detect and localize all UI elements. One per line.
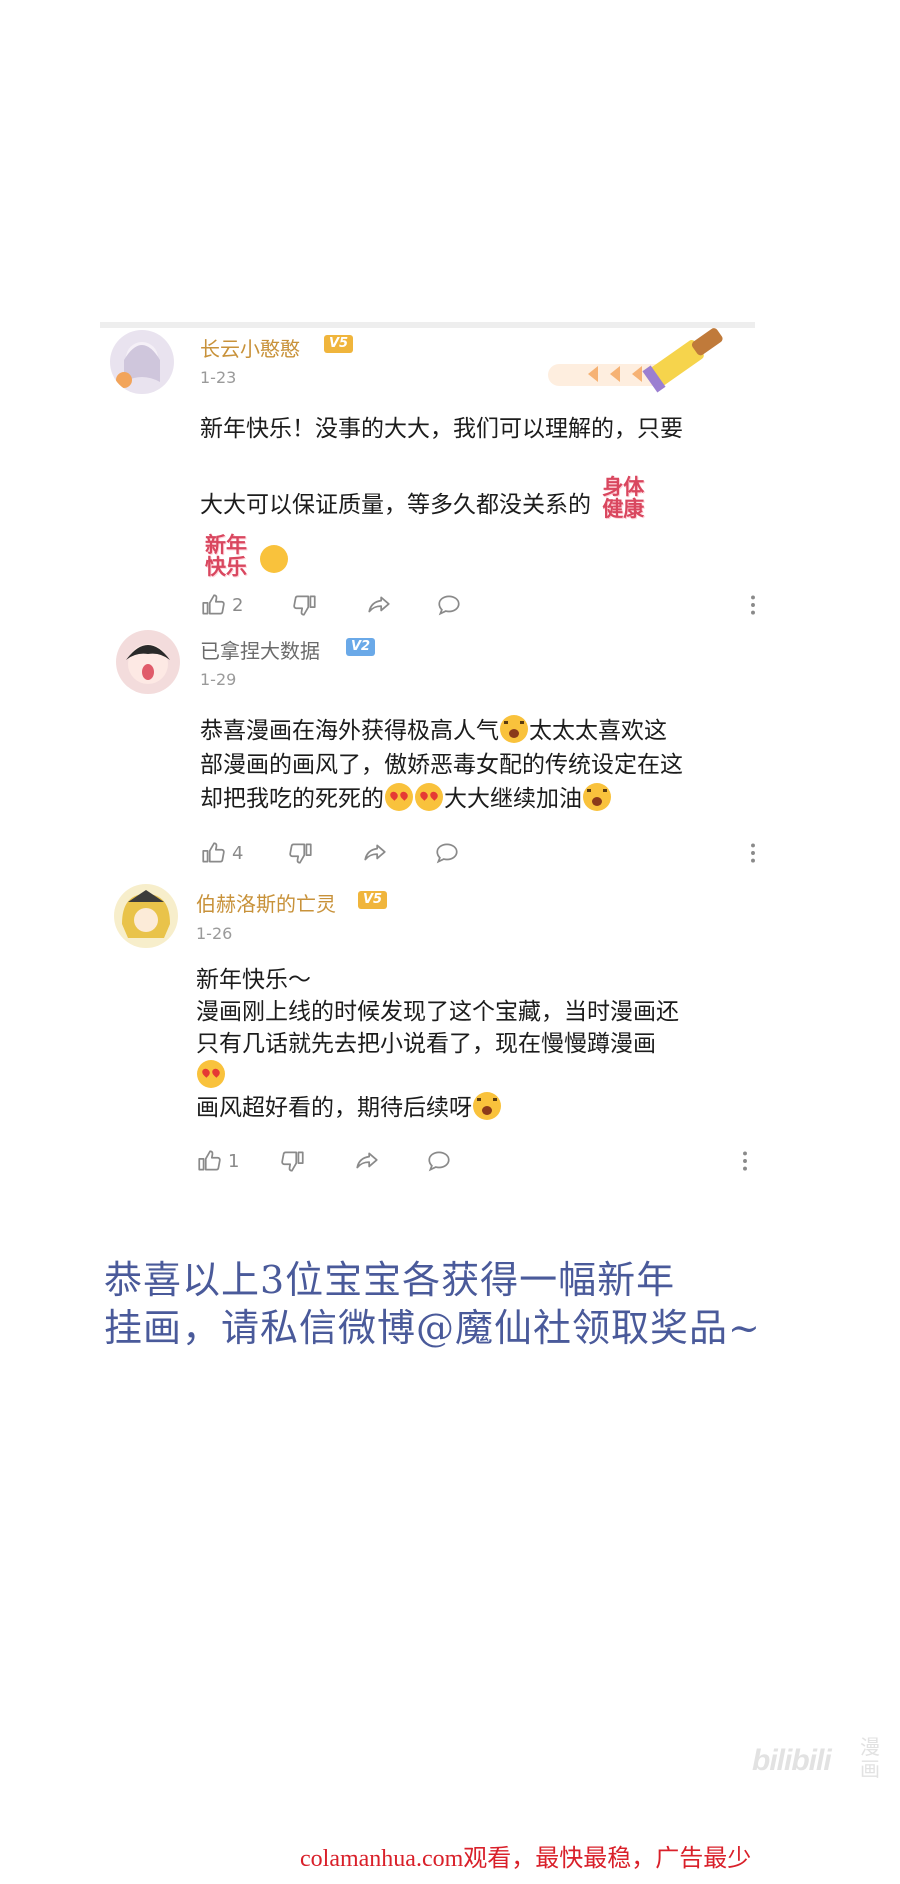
heart-eyes-emoji-icon	[415, 783, 443, 811]
watermark-sub: 漫画	[860, 1735, 880, 1781]
bilibili-watermark: bilibili 漫画	[752, 1730, 882, 1790]
comment-line-text: 大大继续加油	[444, 786, 582, 812]
dislike-button[interactable]	[292, 590, 318, 620]
reply-button[interactable]	[426, 1146, 452, 1176]
reply-button[interactable]	[436, 590, 462, 620]
share-icon	[356, 1152, 378, 1169]
username[interactable]: 伯赫洛斯的亡灵	[196, 888, 336, 917]
comment-actions: 2	[200, 590, 760, 620]
more-button[interactable]	[740, 590, 766, 620]
comment-text: 新年快乐～ 漫画刚上线的时候发现了这个宝藏，当时漫画还 只有几话就先去把小说看了…	[196, 964, 679, 1124]
share-icon	[368, 596, 390, 613]
comment-line-text: 却把我吃的死死的	[200, 786, 384, 812]
comment-date: 1-23	[200, 368, 237, 387]
comment-line-text: 恭喜漫画在海外获得极高人气	[200, 718, 499, 744]
comment-line: 却把我吃的死死的 大大继续加油	[200, 782, 683, 816]
like-icon	[202, 594, 225, 615]
sticker-new-year: 新年快乐	[205, 533, 247, 579]
comment-text: 恭喜漫画在海外获得极高人气 太太太喜欢这 部漫画的画风了，傲娇恶毒女配的传统设定在…	[200, 714, 683, 816]
level-badge: V2	[346, 638, 376, 656]
announcement-line: 恭喜以上3位宝宝各获得一幅新年	[104, 1258, 676, 1302]
comment-actions: 1	[196, 1146, 756, 1176]
comment-line-text: 大大可以保证质量，等多久都没关系的	[200, 492, 591, 518]
avatar[interactable]	[110, 330, 174, 394]
level-badge: V5	[358, 891, 388, 909]
crying-emoji-icon	[473, 1092, 501, 1120]
dislike-icon	[281, 1151, 304, 1172]
comment-line: 新年快乐	[200, 534, 683, 578]
comment-line: 只有几话就先去把小说看了，现在慢慢蹲漫画	[196, 1031, 656, 1057]
comment-date: 1-26	[196, 924, 233, 943]
share-button[interactable]	[354, 1146, 380, 1176]
announcement-line: 挂画，请私信微博@魔仙社领取奖品~	[104, 1306, 761, 1350]
avatar[interactable]	[114, 884, 178, 948]
comment-line-text: 太太太喜欢这	[529, 718, 667, 744]
more-icon	[751, 843, 755, 863]
more-icon	[743, 1151, 747, 1171]
level-badge: V5	[324, 335, 354, 353]
like-count: 2	[232, 594, 244, 616]
comment-line: 新年快乐～	[196, 967, 311, 993]
comment-date: 1-29	[200, 670, 237, 689]
avatar[interactable]	[116, 630, 180, 694]
username[interactable]: 长云小憨憨	[200, 333, 300, 362]
comment-text: 新年快乐！没事的大大，我们可以理解的，只要 大大可以保证质量，等多久都没关系的 …	[200, 412, 683, 578]
comment-line: 大大可以保证质量，等多久都没关系的 身体健康	[200, 476, 683, 522]
share-icon	[364, 844, 386, 861]
comment-line: 漫画刚上线的时候发现了这个宝藏，当时漫画还	[196, 999, 679, 1025]
like-count: 4	[232, 842, 244, 864]
more-icon	[751, 595, 755, 615]
reply-icon	[438, 595, 460, 616]
dislike-icon	[289, 843, 312, 864]
dislike-button[interactable]	[288, 838, 314, 868]
username[interactable]: 已拿捏大数据	[200, 635, 320, 664]
like-button[interactable]: 2	[200, 590, 243, 620]
hugging-emoji-icon	[197, 1060, 225, 1088]
comment-line	[196, 1060, 679, 1092]
like-count: 1	[228, 1150, 240, 1172]
share-button[interactable]	[366, 590, 392, 620]
sticker-health: 身体健康	[602, 475, 645, 521]
like-button[interactable]: 1	[196, 1146, 239, 1176]
reply-icon	[428, 1151, 450, 1172]
comment-line: 新年快乐！没事的大大，我们可以理解的，只要	[200, 416, 683, 442]
dislike-button[interactable]	[280, 1146, 306, 1176]
crying-emoji-icon	[500, 715, 528, 743]
dislike-icon	[293, 595, 316, 616]
comment-line: 画风超好看的，期待后续呀	[196, 1092, 679, 1124]
crying-emoji-icon	[583, 783, 611, 811]
like-button[interactable]: 4	[200, 838, 243, 868]
like-icon	[202, 842, 225, 863]
more-button[interactable]	[740, 838, 766, 868]
smirk-emoji-icon	[260, 545, 289, 573]
source-line: colamanhua.com观看，最快最稳，广告最少	[300, 1846, 752, 1872]
reply-icon	[436, 843, 458, 864]
comment-line: 部漫画的画风了，傲娇恶毒女配的传统设定在这	[200, 752, 683, 778]
more-button[interactable]	[732, 1146, 758, 1176]
comment-line: 恭喜漫画在海外获得极高人气 太太太喜欢这	[200, 714, 683, 748]
comment-line-text: 画风超好看的，期待后续呀	[196, 1095, 472, 1121]
winner-announcement: 恭喜以上3位宝宝各获得一幅新年 挂画，请私信微博@魔仙社领取奖品~	[104, 1256, 884, 1352]
comment-actions: 4	[200, 838, 760, 868]
watermark-brand: bilibili	[752, 1744, 832, 1777]
share-button[interactable]	[362, 838, 388, 868]
like-icon	[198, 1150, 221, 1171]
heart-eyes-emoji-icon	[385, 783, 413, 811]
reply-button[interactable]	[434, 838, 460, 868]
paintbrush-decoration	[548, 328, 723, 393]
